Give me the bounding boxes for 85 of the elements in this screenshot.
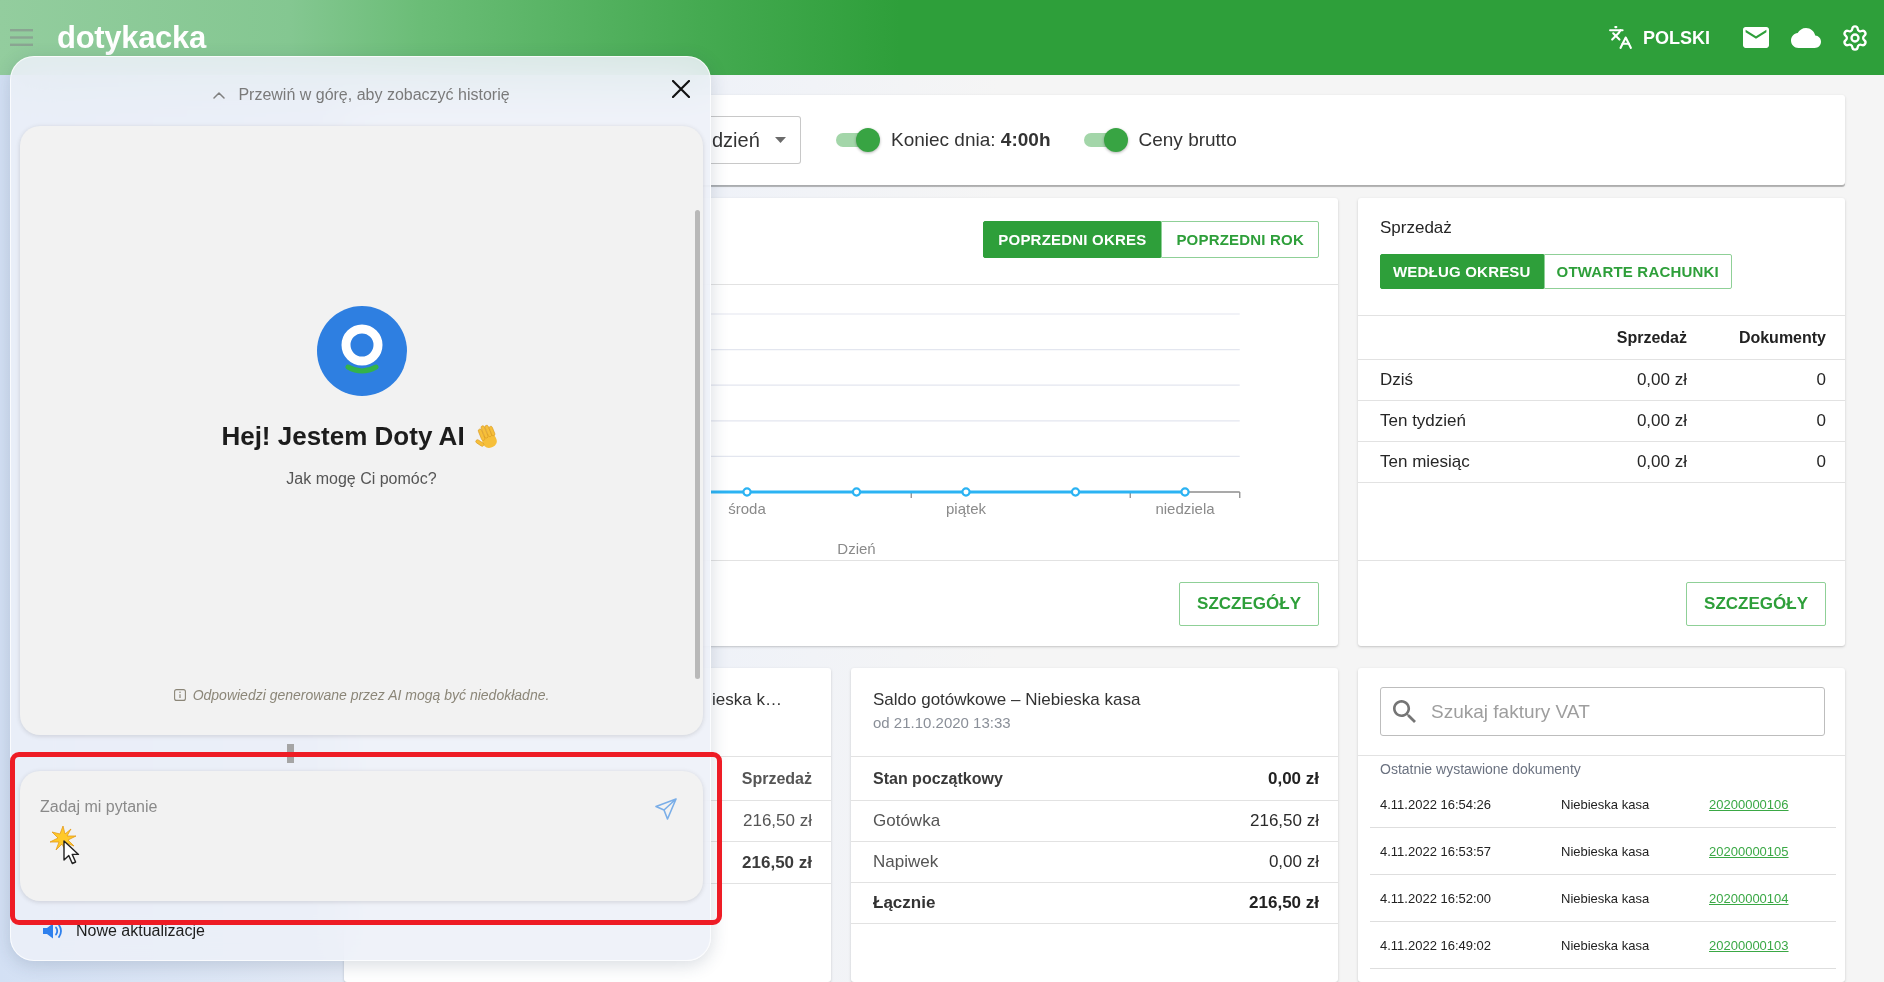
document-date: 4.11.2022 16:54:26 bbox=[1380, 796, 1493, 812]
toggle-label: Koniec dnia: 4:00h bbox=[891, 128, 1051, 152]
axis-label: niedziela bbox=[1155, 500, 1215, 517]
caret-down-icon bbox=[775, 137, 786, 143]
card-subtitle: od 21.10.2020 13:33 bbox=[873, 714, 1012, 732]
scrollbar-thumb[interactable] bbox=[695, 210, 700, 679]
assistant-subtitle: Jak mogę Ci pomóc? bbox=[286, 469, 437, 489]
table-cell-text: Dziś bbox=[1380, 370, 1415, 390]
language-button[interactable]: POLSKI bbox=[1608, 25, 1710, 50]
info-icon bbox=[173, 689, 186, 701]
mail-icon[interactable] bbox=[1743, 27, 1769, 48]
table-cell: 0,00 zł bbox=[1267, 768, 1319, 789]
compare-toggle-button[interactable]: POPRZEDNI ROK bbox=[1161, 221, 1319, 258]
table-cell-text: 0,00 zł bbox=[1635, 370, 1687, 390]
card-title: Saldo gotówkowe – Niebieska kasa bbox=[873, 690, 1142, 710]
table-cell: Gotówka bbox=[873, 811, 941, 831]
speaker-icon bbox=[43, 922, 64, 939]
send-button[interactable] bbox=[655, 798, 677, 820]
click-burst-icon bbox=[50, 826, 76, 852]
table-cell-text: 0,00 zł bbox=[1635, 452, 1687, 472]
close-button[interactable] bbox=[672, 80, 690, 98]
table-cell-text: Ten tydzień bbox=[1380, 411, 1467, 431]
send-icon bbox=[655, 798, 677, 820]
document-link[interactable]: 20200000104 bbox=[1709, 891, 1789, 906]
data-point bbox=[1070, 487, 1081, 497]
chevron-up-icon bbox=[213, 91, 226, 99]
search-field[interactable]: Szukaj faktury VAT bbox=[1380, 687, 1825, 736]
toggle-label: Ceny brutto bbox=[1138, 128, 1237, 152]
logo: dotykacka bbox=[57, 20, 206, 55]
axis-title: Dzień bbox=[837, 540, 876, 557]
tab[interactable]: WEDŁUG OKRESU bbox=[1380, 254, 1544, 289]
table-cell: 216,50 zł bbox=[1250, 811, 1319, 831]
disclaimer: Odpowiedzi generowane przez AI mogą być niedokładne. bbox=[192, 686, 550, 704]
assistant-logo-icon bbox=[316, 306, 407, 396]
table-cell-text: 0 bbox=[1815, 411, 1826, 431]
cloud-icon[interactable] bbox=[1791, 27, 1821, 48]
table-cell: 216,50 zł bbox=[742, 852, 812, 873]
document-link[interactable]: 20200000103 bbox=[1709, 938, 1789, 953]
section-title: Ostatnie wystawione dokumenty bbox=[1379, 760, 1582, 777]
mouse-cursor-icon bbox=[63, 840, 80, 865]
scroll-hint: Przewiń w górę, aby zobaczyć historię bbox=[238, 85, 510, 105]
table-cell-text: 0 bbox=[1815, 370, 1826, 390]
column-header: Sprzedaż bbox=[741, 769, 812, 788]
table-cell: 0,00 zł bbox=[1268, 852, 1319, 872]
table-cell: Łącznie bbox=[873, 893, 936, 913]
compare-toggle-button[interactable]: POPRZEDNI OKRES bbox=[983, 221, 1162, 258]
details-button[interactable]: SZCZEGÓŁY bbox=[1179, 582, 1319, 626]
document-date: 4.11.2022 16:49:02 bbox=[1380, 937, 1493, 953]
data-point bbox=[742, 487, 752, 497]
data-point bbox=[1180, 487, 1190, 497]
updates-link[interactable]: Nowe aktualizacje bbox=[43, 920, 205, 941]
document-link[interactable]: 20200000106 bbox=[1709, 797, 1789, 812]
table-cell-text: Ten miesiąc bbox=[1380, 452, 1471, 472]
greeting: Hej! Jestem Doty AI bbox=[221, 420, 465, 453]
close-icon bbox=[672, 80, 690, 98]
period-dropdown[interactable]: dzień bbox=[711, 116, 801, 164]
column-header: Sprzedaż bbox=[1615, 328, 1687, 347]
register-name: Niebieska kasa bbox=[1561, 843, 1651, 859]
toggle-switch[interactable] bbox=[834, 128, 880, 152]
data-point bbox=[851, 487, 862, 497]
document-link[interactable]: 20200000105 bbox=[1709, 844, 1789, 859]
data-point bbox=[961, 487, 971, 497]
tab[interactable]: OTWARTE RACHUNKI bbox=[1543, 254, 1732, 289]
register-name: Niebieska kasa bbox=[1561, 890, 1651, 906]
document-date: 4.11.2022 16:53:57 bbox=[1380, 843, 1493, 859]
translate-icon bbox=[1608, 25, 1633, 50]
search-icon bbox=[1393, 700, 1416, 723]
column-header: Dokumenty bbox=[1737, 328, 1826, 347]
table-cell-text: 0 bbox=[1815, 452, 1826, 472]
settings-icon[interactable] bbox=[1841, 23, 1869, 52]
document-date: 4.11.2022 16:52:00 bbox=[1380, 890, 1493, 906]
table-cell-text: 0,00 zł bbox=[1635, 411, 1687, 431]
table-cell: 216,50 zł bbox=[1249, 893, 1319, 913]
table-cell: Stan początkowy bbox=[873, 769, 1003, 788]
drag-handle[interactable] bbox=[287, 744, 294, 763]
register-name: Niebieska kasa bbox=[1561, 796, 1651, 812]
card-title: ieska k… bbox=[712, 690, 783, 710]
axis-label: piątek bbox=[946, 500, 986, 517]
card-title: Sprzedaż bbox=[1380, 218, 1453, 238]
message-field[interactable]: Zadaj mi pytanie bbox=[20, 771, 703, 901]
axis-label: środa bbox=[728, 500, 766, 517]
table-cell: 216,50 zł bbox=[743, 811, 812, 831]
details-button[interactable]: SZCZEGÓŁY bbox=[1686, 582, 1826, 626]
table-cell: Napiwek bbox=[873, 852, 939, 872]
register-name: Niebieska kasa bbox=[1561, 937, 1651, 953]
